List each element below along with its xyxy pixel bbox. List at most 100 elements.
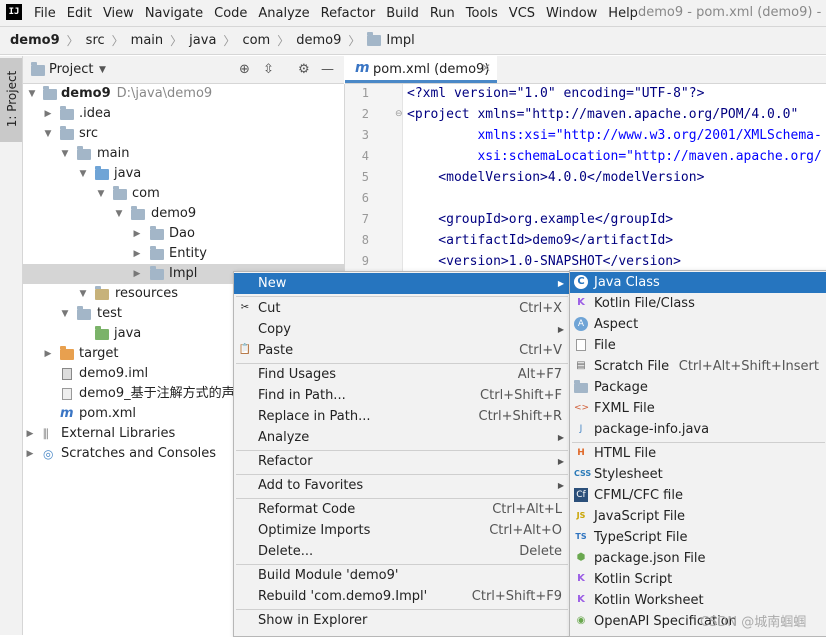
chevron-right-icon: 〉: [348, 34, 361, 48]
tree-path-hint: D:\java\demo9: [116, 86, 213, 101]
menu-file[interactable]: File: [34, 6, 56, 21]
menu-item-cut[interactable]: ✂ Cut Ctrl+X: [234, 298, 570, 319]
minimize-icon[interactable]: —: [321, 62, 334, 77]
submenu-item-package-json[interactable]: ⬢ package.json File: [570, 548, 826, 569]
menu-navigate[interactable]: Navigate: [145, 6, 203, 21]
menu-item-refactor[interactable]: Refactor ▶: [234, 451, 570, 472]
collapsed-arrow-icon[interactable]: ▶: [25, 444, 35, 464]
submenu-item-kotlin-file[interactable]: K Kotlin File/Class: [570, 293, 826, 314]
expanded-arrow-icon[interactable]: ▼: [43, 124, 53, 144]
tree-row[interactable]: ▶ .idea: [23, 104, 344, 124]
expanded-arrow-icon[interactable]: ▼: [78, 284, 88, 304]
breadcrumb-item[interactable]: java: [189, 33, 216, 48]
submenu-item-java-class[interactable]: C Java Class: [570, 272, 826, 293]
tree-row[interactable]: ▶ Entity: [23, 244, 344, 264]
editor-tab-pom[interactable]: m pom.xml (demo9) ✕: [345, 56, 497, 83]
submenu-item-kotlin-script[interactable]: K Kotlin Script: [570, 569, 826, 590]
project-panel-title[interactable]: Project: [49, 62, 93, 77]
code-line: <project xmlns="http://maven.apache.org/…: [407, 107, 799, 122]
package-folder-icon: [113, 186, 127, 200]
locate-icon[interactable]: ⊕: [239, 62, 250, 77]
menu-run[interactable]: Run: [430, 6, 455, 21]
menu-refactor[interactable]: Refactor: [321, 6, 376, 21]
collapsed-arrow-icon[interactable]: ▶: [43, 344, 53, 364]
menu-view[interactable]: View: [103, 6, 134, 21]
expanded-arrow-icon[interactable]: ▼: [27, 84, 37, 104]
menu-vcs[interactable]: VCS: [509, 6, 535, 21]
expanded-arrow-icon[interactable]: ▼: [96, 184, 106, 204]
chevron-down-icon[interactable]: ▼: [99, 65, 106, 75]
fold-icon[interactable]: ⊖: [395, 109, 403, 119]
collapsed-arrow-icon[interactable]: ▶: [132, 244, 142, 264]
tree-row[interactable]: ▶ Dao: [23, 224, 344, 244]
chevron-right-icon: 〉: [66, 34, 79, 48]
menu-separator: [236, 296, 568, 297]
menu-item-reformat-code[interactable]: Reformat Code Ctrl+Alt+L: [234, 499, 570, 520]
tree-row[interactable]: ▼ java: [23, 164, 344, 184]
collapsed-arrow-icon[interactable]: ▶: [25, 424, 35, 444]
breadcrumb-item[interactable]: com: [242, 33, 270, 48]
excluded-folder-icon: [60, 346, 74, 360]
menu-item-analyze[interactable]: Analyze ▶: [234, 427, 570, 448]
package-folder-icon: [367, 32, 382, 46]
menu-item-new[interactable]: New ▶: [234, 273, 570, 294]
cfml-file-icon: Cf: [574, 488, 588, 502]
submenu-item-fxml-file[interactable]: <> FXML File: [570, 398, 826, 419]
tree-label: Dao: [169, 226, 195, 241]
breadcrumb-item[interactable]: src: [86, 33, 105, 48]
expanded-arrow-icon[interactable]: ▼: [60, 144, 70, 164]
collapsed-arrow-icon[interactable]: ▶: [132, 264, 142, 284]
expanded-arrow-icon[interactable]: ▼: [60, 304, 70, 324]
line-number: 9: [361, 254, 369, 268]
tree-row[interactable]: ▼ main: [23, 144, 344, 164]
tree-row[interactable]: ▼ demo9: [23, 204, 344, 224]
submenu-item-cfml-file[interactable]: Cf CFML/CFC file: [570, 485, 826, 506]
submenu-item-package[interactable]: Package: [570, 377, 826, 398]
menu-help[interactable]: Help: [608, 6, 638, 21]
menu-item-find-usages[interactable]: Find Usages Alt+F7: [234, 364, 570, 385]
expanded-arrow-icon[interactable]: ▼: [78, 164, 88, 184]
collapsed-arrow-icon[interactable]: ▶: [132, 224, 142, 244]
collapse-all-icon[interactable]: ⇳: [263, 62, 274, 77]
file-icon: [576, 339, 586, 351]
menu-window[interactable]: Window: [546, 6, 597, 21]
folder-icon: [77, 306, 91, 320]
breadcrumb-item[interactable]: main: [131, 33, 163, 48]
tree-row[interactable]: ▼ com: [23, 184, 344, 204]
menu-item-replace-in-path[interactable]: Replace in Path... Ctrl+Shift+R: [234, 406, 570, 427]
menu-item-rebuild[interactable]: Rebuild 'com.demo9.Impl' Ctrl+Shift+F9: [234, 586, 570, 607]
menu-item-build-module[interactable]: Build Module 'demo9': [234, 565, 570, 586]
breadcrumb-item[interactable]: demo9: [296, 33, 341, 48]
menu-item-show-in-explorer[interactable]: Show in Explorer: [234, 610, 570, 631]
tree-row[interactable]: ▼ src: [23, 124, 344, 144]
menu-edit[interactable]: Edit: [67, 6, 92, 21]
menu-build[interactable]: Build: [386, 6, 419, 21]
submenu-item-aspect[interactable]: A Aspect: [570, 314, 826, 335]
tree-row[interactable]: ▼ demo9 D:\java\demo9: [23, 84, 344, 104]
menu-analyze[interactable]: Analyze: [258, 6, 309, 21]
menu-item-add-to-favorites[interactable]: Add to Favorites ▶: [234, 475, 570, 496]
collapsed-arrow-icon[interactable]: ▶: [43, 104, 53, 124]
submenu-item-kotlin-worksheet[interactable]: K Kotlin Worksheet: [570, 590, 826, 611]
breadcrumb-item[interactable]: demo9: [10, 33, 60, 48]
menu-tools[interactable]: Tools: [466, 6, 498, 21]
submenu-item-javascript-file[interactable]: JS JavaScript File: [570, 506, 826, 527]
menu-code[interactable]: Code: [214, 6, 247, 21]
submenu-item-typescript-file[interactable]: TS TypeScript File: [570, 527, 826, 548]
menu-item-find-in-path[interactable]: Find in Path... Ctrl+Shift+F: [234, 385, 570, 406]
submenu-item-stylesheet[interactable]: CSS Stylesheet: [570, 464, 826, 485]
menu-item-delete[interactable]: Delete... Delete: [234, 541, 570, 562]
expanded-arrow-icon[interactable]: ▼: [114, 204, 124, 224]
submenu-item-file[interactable]: File: [570, 335, 826, 356]
gear-icon[interactable]: ⚙: [298, 62, 310, 77]
submenu-item-html-file[interactable]: H HTML File: [570, 443, 826, 464]
submenu-item-scratch-file[interactable]: ▤ Scratch File Ctrl+Alt+Shift+Insert: [570, 356, 826, 377]
menu-item-paste[interactable]: 📋 Paste Ctrl+V: [234, 340, 570, 361]
submenu-item-package-info[interactable]: Jpackage-info.java: [570, 419, 826, 440]
breadcrumb-item[interactable]: Impl: [386, 33, 414, 48]
close-icon[interactable]: ✕: [481, 61, 491, 75]
code-line: <groupId>org.example</groupId>: [407, 212, 674, 227]
menu-item-copy[interactable]: Copy ▶: [234, 319, 570, 340]
resources-folder-icon: [95, 286, 109, 300]
menu-item-optimize-imports[interactable]: Optimize Imports Ctrl+Alt+O: [234, 520, 570, 541]
